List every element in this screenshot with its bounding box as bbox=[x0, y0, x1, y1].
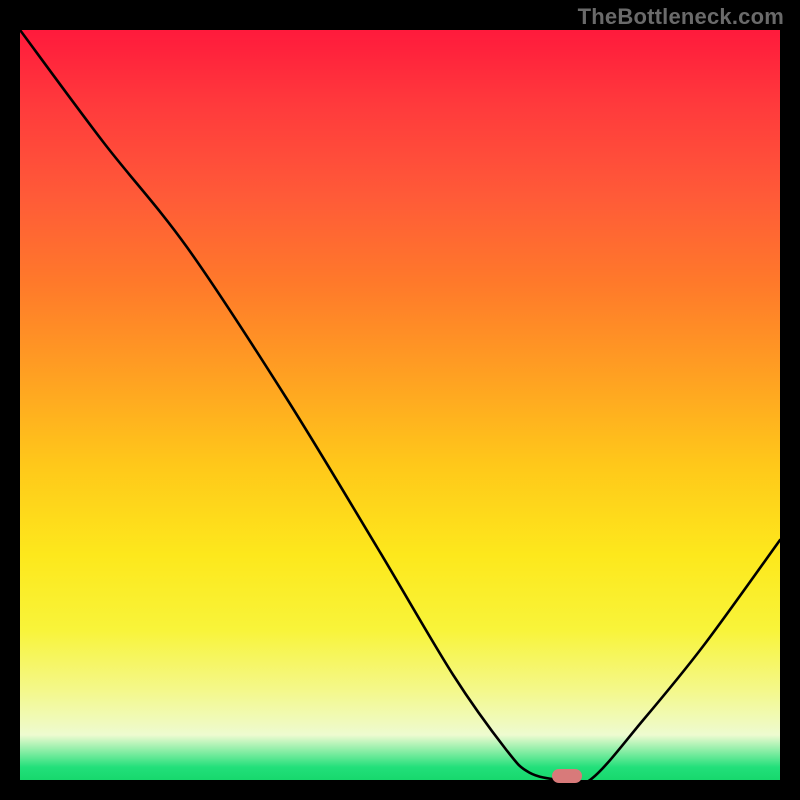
optimal-marker bbox=[552, 769, 582, 783]
bottleneck-curve bbox=[20, 30, 780, 780]
watermark-text: TheBottleneck.com bbox=[578, 4, 784, 30]
plot-area bbox=[20, 30, 780, 780]
chart-frame: TheBottleneck.com bbox=[0, 0, 800, 800]
